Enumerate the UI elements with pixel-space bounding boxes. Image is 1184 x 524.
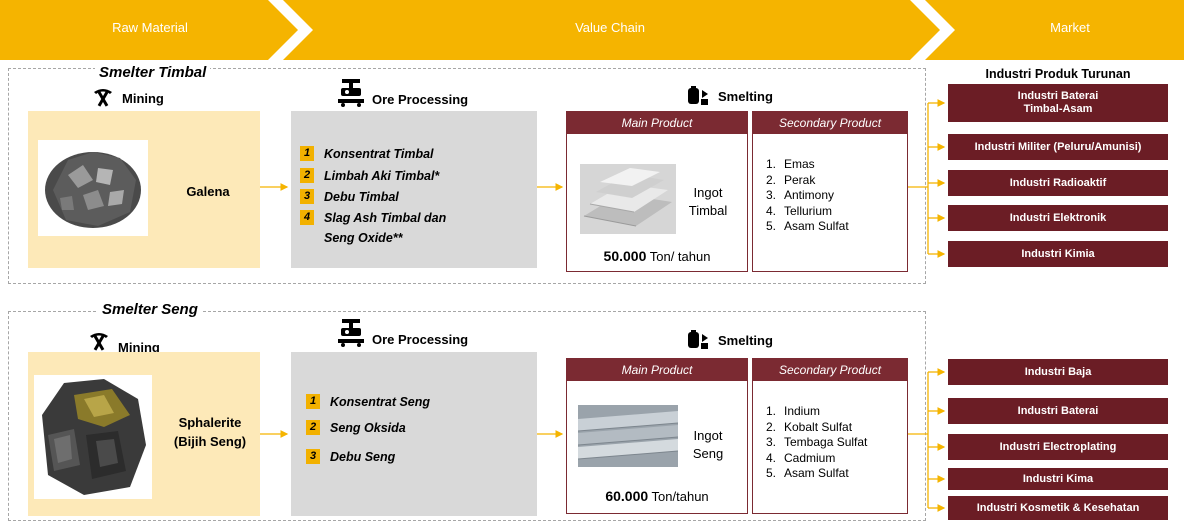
connector-arrows bbox=[260, 99, 946, 512]
